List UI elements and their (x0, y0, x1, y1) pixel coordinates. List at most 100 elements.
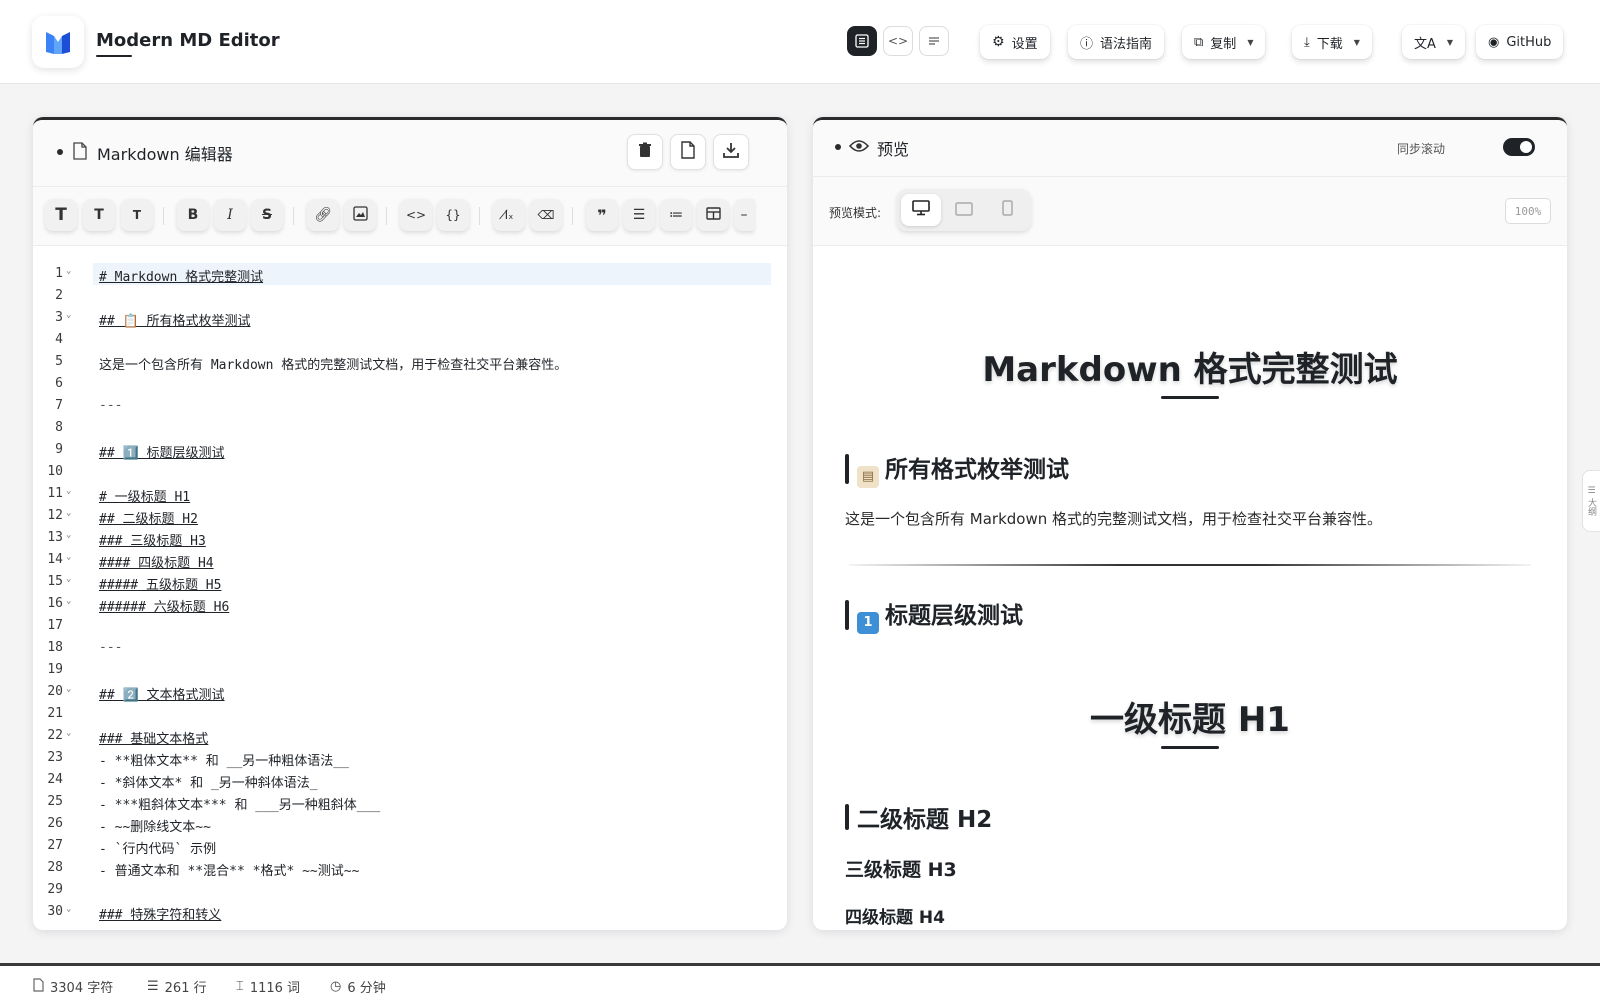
fold-chevron-icon[interactable]: ⌄ (66, 728, 71, 738)
app-title: Modern MD Editor (96, 30, 280, 51)
fold-chevron-icon[interactable]: ⌄ (66, 684, 71, 694)
split-view-button[interactable] (847, 26, 877, 56)
language-button[interactable]: 文A ▼ (1402, 25, 1466, 59)
zoom-level[interactable]: 100% (1505, 198, 1551, 224)
code-line[interactable]: 10 (33, 461, 787, 483)
code-line[interactable]: 26 - ~~删除线文本~~ (33, 813, 787, 835)
line-text: ### 三级标题 H3 (99, 534, 206, 549)
heading1-button[interactable]: T (45, 199, 77, 231)
mobile-mode-button[interactable] (987, 194, 1027, 226)
save-file-button[interactable] (713, 134, 749, 170)
code-line[interactable]: 21 (33, 703, 787, 725)
heading2-button[interactable]: T (83, 199, 115, 231)
inline-code-button[interactable]: <> (400, 199, 432, 231)
fold-chevron-icon[interactable]: ⌄ (66, 552, 71, 562)
code-line[interactable]: 29 (33, 879, 787, 901)
text-cursor-icon: ⌶ (236, 979, 244, 994)
line-number: 29 (47, 882, 63, 897)
image-button[interactable] (344, 199, 376, 231)
fold-chevron-icon[interactable]: ⌄ (66, 574, 71, 584)
code-line[interactable]: 14 ⌄ #### 四级标题 H4 (33, 549, 787, 571)
code-line[interactable]: 16 ⌄ ###### 六级标题 H6 (33, 593, 787, 615)
code-line[interactable]: 12 ⌄ ## 二级标题 H2 (33, 505, 787, 527)
code-block-button[interactable]: {} (437, 199, 469, 231)
github-button[interactable]: ◉ GitHub (1476, 25, 1564, 59)
line-number: 4 (55, 332, 63, 347)
fold-chevron-icon[interactable]: ⌄ (66, 266, 71, 276)
app-logo[interactable] (32, 16, 84, 68)
code-line[interactable]: 15 ⌄ ##### 五级标题 H5 (33, 571, 787, 593)
remove-format-button[interactable]: ⌫ (530, 199, 562, 231)
tablet-mode-button[interactable] (944, 194, 984, 226)
bold-button[interactable]: B (177, 199, 209, 231)
settings-button[interactable]: ⚙ 设置 (980, 25, 1050, 59)
clear-format-button[interactable]: I̸ₓ (493, 199, 525, 231)
code-line[interactable]: 19 (33, 659, 787, 681)
strikethrough-button[interactable]: S (251, 199, 283, 231)
code-line[interactable]: 7 --- (33, 395, 787, 417)
line-text: - ~~删除线文本~~ (99, 820, 211, 835)
outline-toggle[interactable]: ☰ 大纲 (1582, 470, 1600, 532)
translate-icon: 文A (1414, 36, 1436, 52)
quote-button[interactable]: ❞ (586, 199, 618, 231)
code-line[interactable]: 23 - **粗体文本** 和 __另一种粗体语法__ (33, 747, 787, 769)
fold-chevron-icon[interactable]: ⌄ (66, 508, 71, 518)
preview-sample-h3: 三级标题 H3 (845, 859, 957, 881)
download-button[interactable]: ⤓ 下载 ▼ (1292, 25, 1372, 59)
preview-h2-levels: 1 标题层级测试 (845, 596, 1023, 634)
toolbar-divider (386, 207, 387, 225)
code-line[interactable]: 2 (33, 285, 787, 307)
heading3-button[interactable]: T (121, 199, 153, 231)
numbered-list-button[interactable]: ≔ (660, 199, 692, 231)
code-editor[interactable]: 1 ⌄ # Markdown 格式完整测试 2 3 ⌄ ## 📋 所有格式枚举测试 4 5 这是一… (33, 246, 787, 930)
code-line[interactable]: 22 ⌄ ### 基础文本格式 (33, 725, 787, 747)
line-text: - *斜体文本* 和 _另一种斜体语法_ (99, 776, 318, 791)
code-line[interactable]: 20 ⌄ ## 2️⃣ 文本格式测试 (33, 681, 787, 703)
keycap-1-icon: 1 (857, 612, 879, 634)
code-line[interactable]: 4 (33, 329, 787, 351)
code-line[interactable]: 6 (33, 373, 787, 395)
code-line[interactable]: 13 ⌄ ### 三级标题 H3 (33, 527, 787, 549)
horizontal-rule-button[interactable]: – (734, 199, 754, 231)
line-text: ##### 五级标题 H5 (99, 578, 222, 593)
sync-scroll-label: 同步滚动 (1396, 142, 1445, 156)
new-file-button[interactable] (670, 134, 706, 170)
fold-chevron-icon[interactable]: ⌄ (66, 310, 71, 320)
code-line[interactable]: 5 这是一个包含所有 Markdown 格式的完整测试文档，用于检查社交平台兼容性… (33, 351, 787, 373)
bullet-list-button[interactable]: ☰ (623, 199, 655, 231)
code-view-button[interactable]: <> (883, 26, 913, 56)
fold-chevron-icon[interactable]: ⌄ (66, 904, 71, 914)
syntax-guide-button[interactable]: ⓘ 语法指南 (1068, 25, 1165, 59)
code-line[interactable]: 9 ## 1️⃣ 标题层级测试 (33, 439, 787, 461)
code-line[interactable]: 28 - 普通文本和 **混合** *格式* ~~测试~~ (33, 857, 787, 879)
clear-button[interactable] (627, 134, 663, 170)
fold-chevron-icon[interactable]: ⌄ (66, 486, 71, 496)
preview-view-button[interactable] (919, 26, 949, 56)
numbered-list-icon: ≔ (669, 207, 683, 223)
line-number: 13 (47, 530, 63, 545)
line-number: 14 (47, 552, 63, 567)
copy-button[interactable]: ⧉ 复制 ▼ (1182, 25, 1266, 59)
code-line[interactable]: 30 ⌄ ### 特殊字符和转义 (33, 901, 787, 923)
heading1-icon: T (55, 205, 67, 225)
clear-format-icon: I̸ₓ (504, 208, 514, 222)
code-line[interactable]: 3 ⌄ ## 📋 所有格式枚举测试 (33, 307, 787, 329)
code-line[interactable]: 24 - *斜体文本* 和 _另一种斜体语法_ (33, 769, 787, 791)
preview-sample-h4: 四级标题 H4 (845, 908, 945, 928)
code-line[interactable]: 27 - `行内代码` 示例 (33, 835, 787, 857)
code-line[interactable]: 17 (33, 615, 787, 637)
fold-chevron-icon[interactable]: ⌄ (66, 530, 71, 540)
code-line[interactable]: 11 ⌄ # 一级标题 H1 (33, 483, 787, 505)
code-line[interactable]: 18 --- (33, 637, 787, 659)
preview-mode-label: 预览模式: (829, 206, 882, 220)
italic-button[interactable]: I (214, 199, 246, 231)
link-button[interactable]: 🔗︎ (307, 199, 339, 231)
app-header: Modern MD Editor <> ⚙ 设置 ⓘ 语法指南 ⧉ 复制 ▼ ⤓… (0, 0, 1600, 84)
desktop-mode-button[interactable] (901, 194, 941, 226)
fold-chevron-icon[interactable]: ⌄ (66, 596, 71, 606)
code-line[interactable]: 8 (33, 417, 787, 439)
code-line[interactable]: 25 - ***粗斜体文本*** 和 ___另一种粗斜体___ (33, 791, 787, 813)
table-button[interactable] (697, 199, 729, 231)
code-line[interactable]: 1 ⌄ # Markdown 格式完整测试 (33, 263, 787, 285)
sync-scroll-toggle[interactable] (1503, 138, 1535, 156)
